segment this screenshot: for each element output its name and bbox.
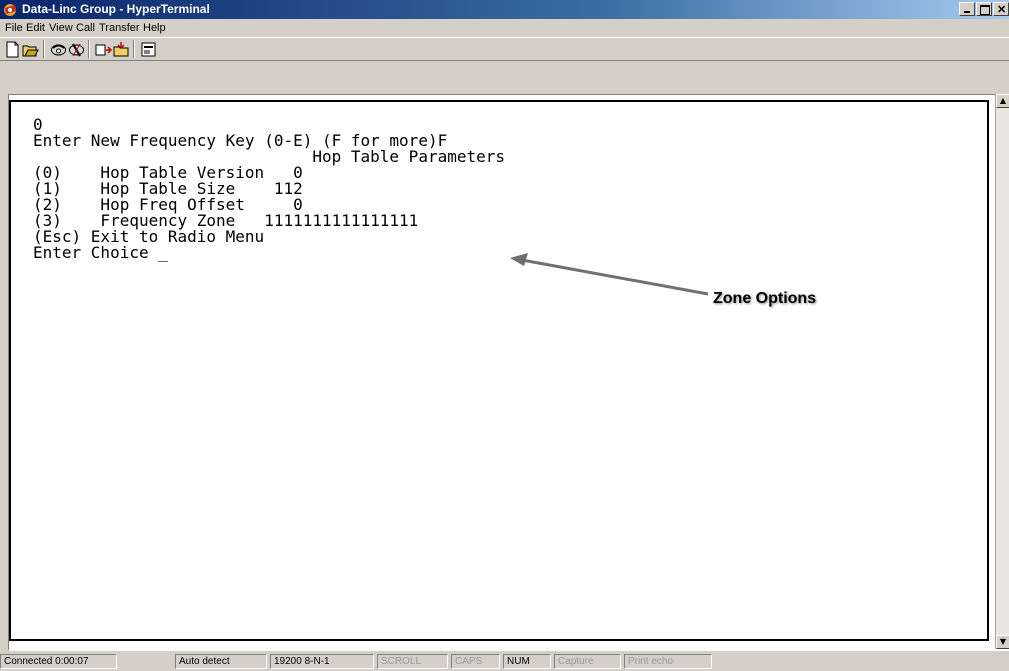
disconnect-icon[interactable] [68, 41, 85, 58]
status-terminal-detect: Auto detect [175, 654, 267, 669]
open-icon[interactable] [22, 41, 39, 58]
window-title: Data-Linc Group - HyperTerminal [22, 2, 210, 16]
close-button[interactable]: ✕ [993, 2, 1009, 16]
hyperterminal-app-icon[interactable] [3, 2, 18, 17]
send-icon[interactable] [95, 41, 112, 58]
new-icon[interactable] [4, 41, 21, 58]
scroll-down-arrow-icon[interactable]: ▼ [996, 635, 1009, 649]
close-icon: ✕ [997, 4, 1007, 16]
status-port-settings: 19200 8-N-1 [270, 654, 374, 669]
text-cursor: _ [158, 243, 168, 262]
status-scroll-lock: SCROLL [377, 654, 448, 669]
dial-icon[interactable] [50, 41, 67, 58]
properties-icon[interactable] [140, 41, 157, 58]
title-bar[interactable]: Data-Linc Group - HyperTerminal ✕ [0, 0, 1009, 19]
menu-file[interactable]: File [5, 22, 23, 34]
status-capture: Capture [554, 654, 621, 669]
status-print-echo: Print echo [624, 654, 712, 669]
annotation-arrow-icon [510, 253, 709, 296]
receive-icon[interactable] [113, 41, 130, 58]
status-caps-lock: CAPS [451, 654, 500, 669]
toolbar-separator [133, 40, 135, 58]
minimize-button[interactable] [959, 2, 975, 16]
status-connection-timer: Connected 0:00:07 [0, 654, 117, 669]
menu-help[interactable]: Help [143, 22, 166, 34]
status-num-lock: NUM [503, 654, 551, 669]
terminal-prompt: Enter Choice [33, 243, 159, 262]
toolbar-separator [88, 40, 90, 58]
terminal-output[interactable]: 0 Enter New Frequency Key (0-E) (F for mo… [33, 117, 505, 261]
zone-options-callout: Zone Options [713, 290, 817, 307]
status-bar: Connected 0:00:07 Auto detect 19200 8-N-… [0, 652, 1009, 671]
maximize-button[interactable] [976, 2, 992, 16]
toolbar [0, 37, 1009, 61]
scroll-up-arrow-icon[interactable]: ▲ [996, 94, 1009, 108]
menu-bar: File Edit View Call Transfer Help [0, 19, 1009, 37]
toolbar-separator [43, 40, 45, 58]
menu-edit[interactable]: Edit [26, 22, 45, 34]
menu-call[interactable]: Call [76, 22, 95, 34]
menu-view[interactable]: View [49, 22, 73, 34]
menu-transfer[interactable]: Transfer [99, 22, 140, 34]
vertical-scrollbar[interactable]: ▲ ▼ [995, 94, 1009, 649]
